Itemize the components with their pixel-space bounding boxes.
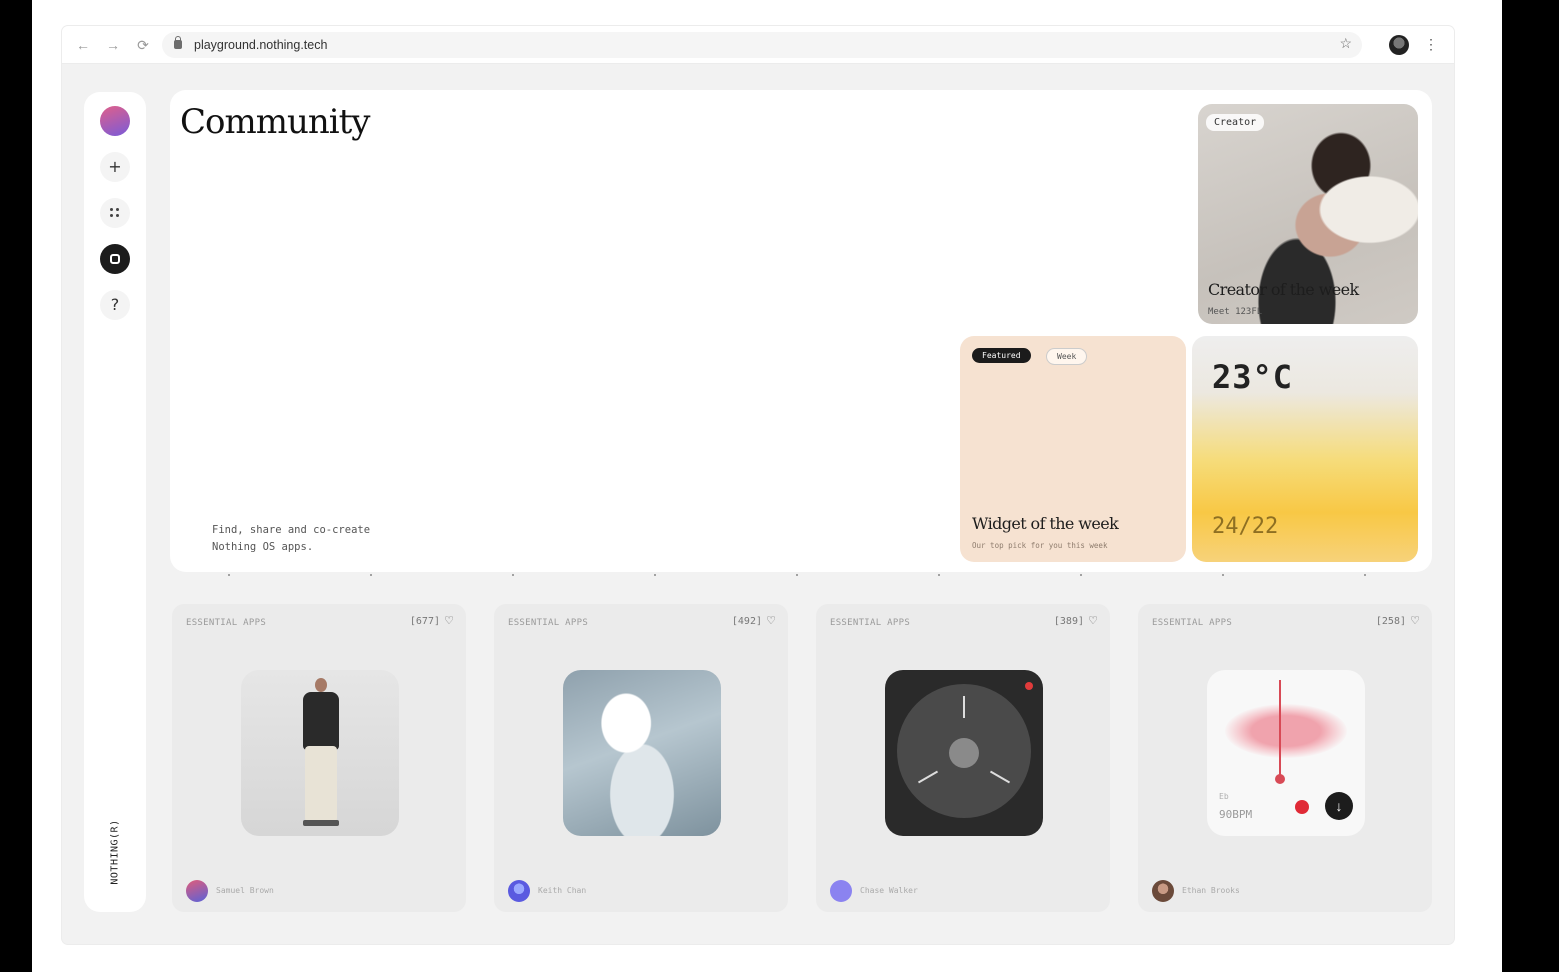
figure-legs bbox=[305, 746, 337, 822]
back-icon[interactable]: ← bbox=[74, 36, 92, 54]
user-avatar[interactable] bbox=[100, 106, 130, 136]
heart-icon[interactable]: ♡ bbox=[1410, 614, 1420, 627]
featured-pill[interactable]: Featured bbox=[972, 348, 1031, 363]
bookmark-star-icon[interactable]: ☆ bbox=[1339, 35, 1352, 52]
dial-center bbox=[949, 738, 979, 768]
figure-head bbox=[315, 678, 327, 692]
author-avatar bbox=[186, 880, 208, 902]
waveform bbox=[1225, 704, 1347, 758]
dial-tick-top bbox=[963, 696, 965, 718]
app-like-count: [389] bbox=[1053, 616, 1084, 627]
creator-card-title: Creator of the week bbox=[1208, 280, 1359, 299]
address-bar[interactable]: playground.nothing.tech ☆ bbox=[162, 32, 1362, 58]
app-thumbnail-dial[interactable] bbox=[885, 670, 1043, 836]
app-like-count: [492] bbox=[731, 616, 762, 627]
add-icon[interactable]: + bbox=[100, 152, 130, 182]
brand-logo: NOTHING(R) bbox=[92, 812, 138, 892]
author-name: Keith Chan bbox=[538, 886, 587, 895]
url-text: playground.nothing.tech bbox=[194, 38, 328, 52]
app-thumbnail-audio[interactable]: Eb 90BPM ↓ bbox=[1207, 670, 1365, 836]
app-thumbnail-architecture[interactable] bbox=[563, 670, 721, 836]
author-name: Ethan Brooks bbox=[1182, 886, 1240, 895]
browser-toolbar: ← → ⟳ playground.nothing.tech ☆ ⋮ bbox=[62, 26, 1454, 64]
page-title: Community bbox=[180, 102, 371, 142]
download-icon[interactable]: ↓ bbox=[1325, 792, 1353, 820]
record-button[interactable] bbox=[1295, 800, 1309, 814]
hero-panel: Community Find, share and co-create Noth… bbox=[170, 90, 1432, 572]
author-avatar bbox=[1152, 880, 1174, 902]
weather-range: 24/22 bbox=[1212, 514, 1279, 539]
square-icon bbox=[110, 254, 120, 264]
app-card[interactable]: ESSENTIAL APPS [677] ♡ Samuel Brown bbox=[172, 604, 466, 912]
weather-temperature: 23°C bbox=[1212, 358, 1294, 396]
author-name: Chase Walker bbox=[860, 886, 918, 895]
heart-icon[interactable]: ♡ bbox=[1088, 614, 1098, 627]
audio-key: Eb bbox=[1219, 792, 1229, 801]
author-avatar bbox=[830, 880, 852, 902]
browser-menu-icon[interactable]: ⋮ bbox=[1424, 34, 1438, 54]
brand-text: NOTHING(R) bbox=[109, 819, 121, 885]
audio-bpm: 90BPM bbox=[1219, 808, 1253, 821]
app-thumbnail-fashion[interactable] bbox=[241, 670, 399, 836]
app-category: ESSENTIAL APPS bbox=[1152, 618, 1233, 628]
lock-icon bbox=[174, 36, 182, 49]
forward-icon[interactable]: → bbox=[104, 36, 122, 54]
app-category: ESSENTIAL APPS bbox=[830, 618, 911, 628]
author-name: Samuel Brown bbox=[216, 886, 274, 895]
app-card[interactable]: ESSENTIAL APPS [258] ♡ Eb 90BPM ↓ Ethan … bbox=[1138, 604, 1432, 912]
apps-grid-button[interactable] bbox=[100, 198, 130, 228]
figure-body bbox=[303, 692, 339, 750]
week-pill[interactable]: Week bbox=[1046, 348, 1088, 365]
grid-icon bbox=[110, 208, 120, 218]
help-icon[interactable]: ? bbox=[100, 290, 130, 320]
tagline-line-2: Nothing OS apps. bbox=[212, 541, 314, 553]
browser-profile-avatar[interactable] bbox=[1389, 35, 1409, 55]
hero-tagline: Find, share and co-create Nothing OS app… bbox=[212, 522, 442, 556]
playhead[interactable] bbox=[1279, 680, 1281, 776]
heart-icon[interactable]: ♡ bbox=[766, 614, 776, 627]
screen-frame: ← → ⟳ playground.nothing.tech ☆ ⋮ + ? NO… bbox=[32, 0, 1502, 972]
author-avatar bbox=[508, 880, 530, 902]
weather-widget-card[interactable]: 23°C 24/22 bbox=[1192, 336, 1418, 562]
sidebar: + ? NOTHING(R) bbox=[84, 92, 146, 912]
playhead-handle[interactable] bbox=[1275, 774, 1285, 784]
app-category: ESSENTIAL APPS bbox=[186, 618, 267, 628]
reload-icon[interactable]: ⟳ bbox=[134, 36, 152, 54]
tagline-line-1: Find, share and co-create bbox=[212, 524, 371, 536]
app-category: ESSENTIAL APPS bbox=[508, 618, 589, 628]
app-card[interactable]: ESSENTIAL APPS [389] ♡ Chase Walker bbox=[816, 604, 1110, 912]
app-card[interactable]: ESSENTIAL APPS [492] ♡ Keith Chan bbox=[494, 604, 788, 912]
creator-pill: Creator bbox=[1206, 114, 1265, 131]
heart-icon[interactable]: ♡ bbox=[444, 614, 454, 627]
figure-shoes bbox=[303, 820, 339, 826]
record-indicator bbox=[1025, 682, 1033, 690]
browser-window: ← → ⟳ playground.nothing.tech ☆ ⋮ + ? NO… bbox=[62, 26, 1454, 944]
creator-of-the-week-card[interactable]: Creator Creator of the week Meet 123FL bbox=[1198, 104, 1418, 324]
carousel-dots bbox=[170, 572, 1432, 580]
app-like-count: [258] bbox=[1375, 616, 1406, 627]
widget-card-subtitle: Our top pick for you this week bbox=[972, 541, 1108, 550]
app-like-count: [677] bbox=[409, 616, 440, 627]
creator-card-subtitle: Meet 123FL bbox=[1208, 307, 1263, 317]
widget-of-the-week-card[interactable]: Featured Week Widget of the week Our top… bbox=[960, 336, 1186, 562]
community-button[interactable] bbox=[100, 244, 130, 274]
widget-card-title: Widget of the week bbox=[972, 514, 1119, 533]
